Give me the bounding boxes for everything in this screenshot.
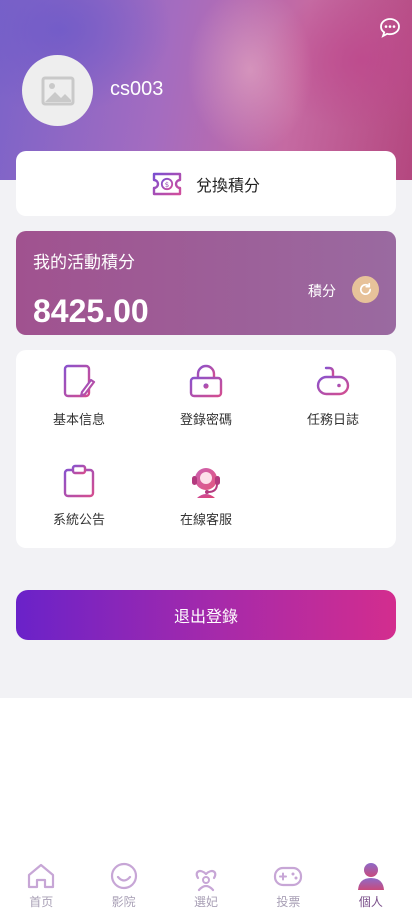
menu-label-announcements: 系統公告 <box>52 513 105 528</box>
lock-icon <box>189 364 223 398</box>
menu-item-announcements[interactable]: 系統公告 <box>16 450 142 530</box>
tab-label-cinema: 影院 <box>111 895 136 909</box>
clipboard-icon <box>63 464 95 498</box>
coupon-icon: $ <box>152 172 182 195</box>
menu-label-login-password: 登錄密碼 <box>179 413 232 428</box>
tab-label-select: 選妃 <box>194 895 219 909</box>
tab-home[interactable]: 首页 <box>0 852 82 915</box>
points-card: 我的活動積分 8425.00 積分 <box>16 231 396 335</box>
menu-item-online-service[interactable]: 在線客服 <box>143 450 269 530</box>
menu-item-login-password[interactable]: 登錄密碼 <box>143 350 269 430</box>
avatar[interactable] <box>22 55 93 126</box>
menu-label-basic-info: 基本信息 <box>52 413 105 428</box>
home-icon <box>28 863 55 889</box>
smile-icon <box>110 862 137 890</box>
heart-person-icon <box>195 869 217 892</box>
bottom-tab-bar: 首页 影院 選妃 投票 個人 <box>0 852 412 915</box>
tab-vote[interactable]: 投票 <box>247 852 329 915</box>
menu-label-online-service: 在線客服 <box>179 513 232 528</box>
menu-grid: 基本信息 登錄密碼 任務日誌 系統公告 在線客服 <box>16 350 396 548</box>
gamepad-icon <box>274 866 303 887</box>
chat-icon <box>380 18 400 38</box>
tab-label-vote: 投票 <box>276 895 301 909</box>
menu-label-task-log: 任務日誌 <box>306 413 359 428</box>
tab-label-profile: 個人 <box>358 895 383 909</box>
username: cs003 <box>110 78 164 100</box>
points-value: 8425.00 <box>33 293 149 329</box>
tab-label-home: 首页 <box>29 895 54 909</box>
tab-select[interactable]: 選妃 <box>165 852 247 915</box>
gamepad-icon <box>316 366 350 396</box>
refresh-icon <box>360 282 372 295</box>
tab-profile[interactable]: 個人 <box>330 852 412 915</box>
edit-document-icon <box>63 364 96 398</box>
redeem-label: 兌換積分 <box>195 175 260 195</box>
logout-button[interactable]: 退出登錄 <box>16 590 396 640</box>
points-unit: 積分 <box>308 284 336 300</box>
image-placeholder-icon <box>41 76 74 105</box>
user-icon <box>357 863 384 890</box>
refresh-points-button[interactable] <box>352 276 379 303</box>
menu-item-basic-info[interactable]: 基本信息 <box>16 350 142 430</box>
menu-item-task-log[interactable]: 任務日誌 <box>270 350 396 430</box>
redeem-points-button[interactable]: $ 兌換積分 <box>16 151 396 216</box>
tab-cinema[interactable]: 影院 <box>82 852 164 915</box>
message-button[interactable] <box>378 16 402 40</box>
points-title: 我的活動積分 <box>33 253 135 273</box>
svg-text:$: $ <box>165 181 169 189</box>
headset-icon <box>192 468 220 498</box>
